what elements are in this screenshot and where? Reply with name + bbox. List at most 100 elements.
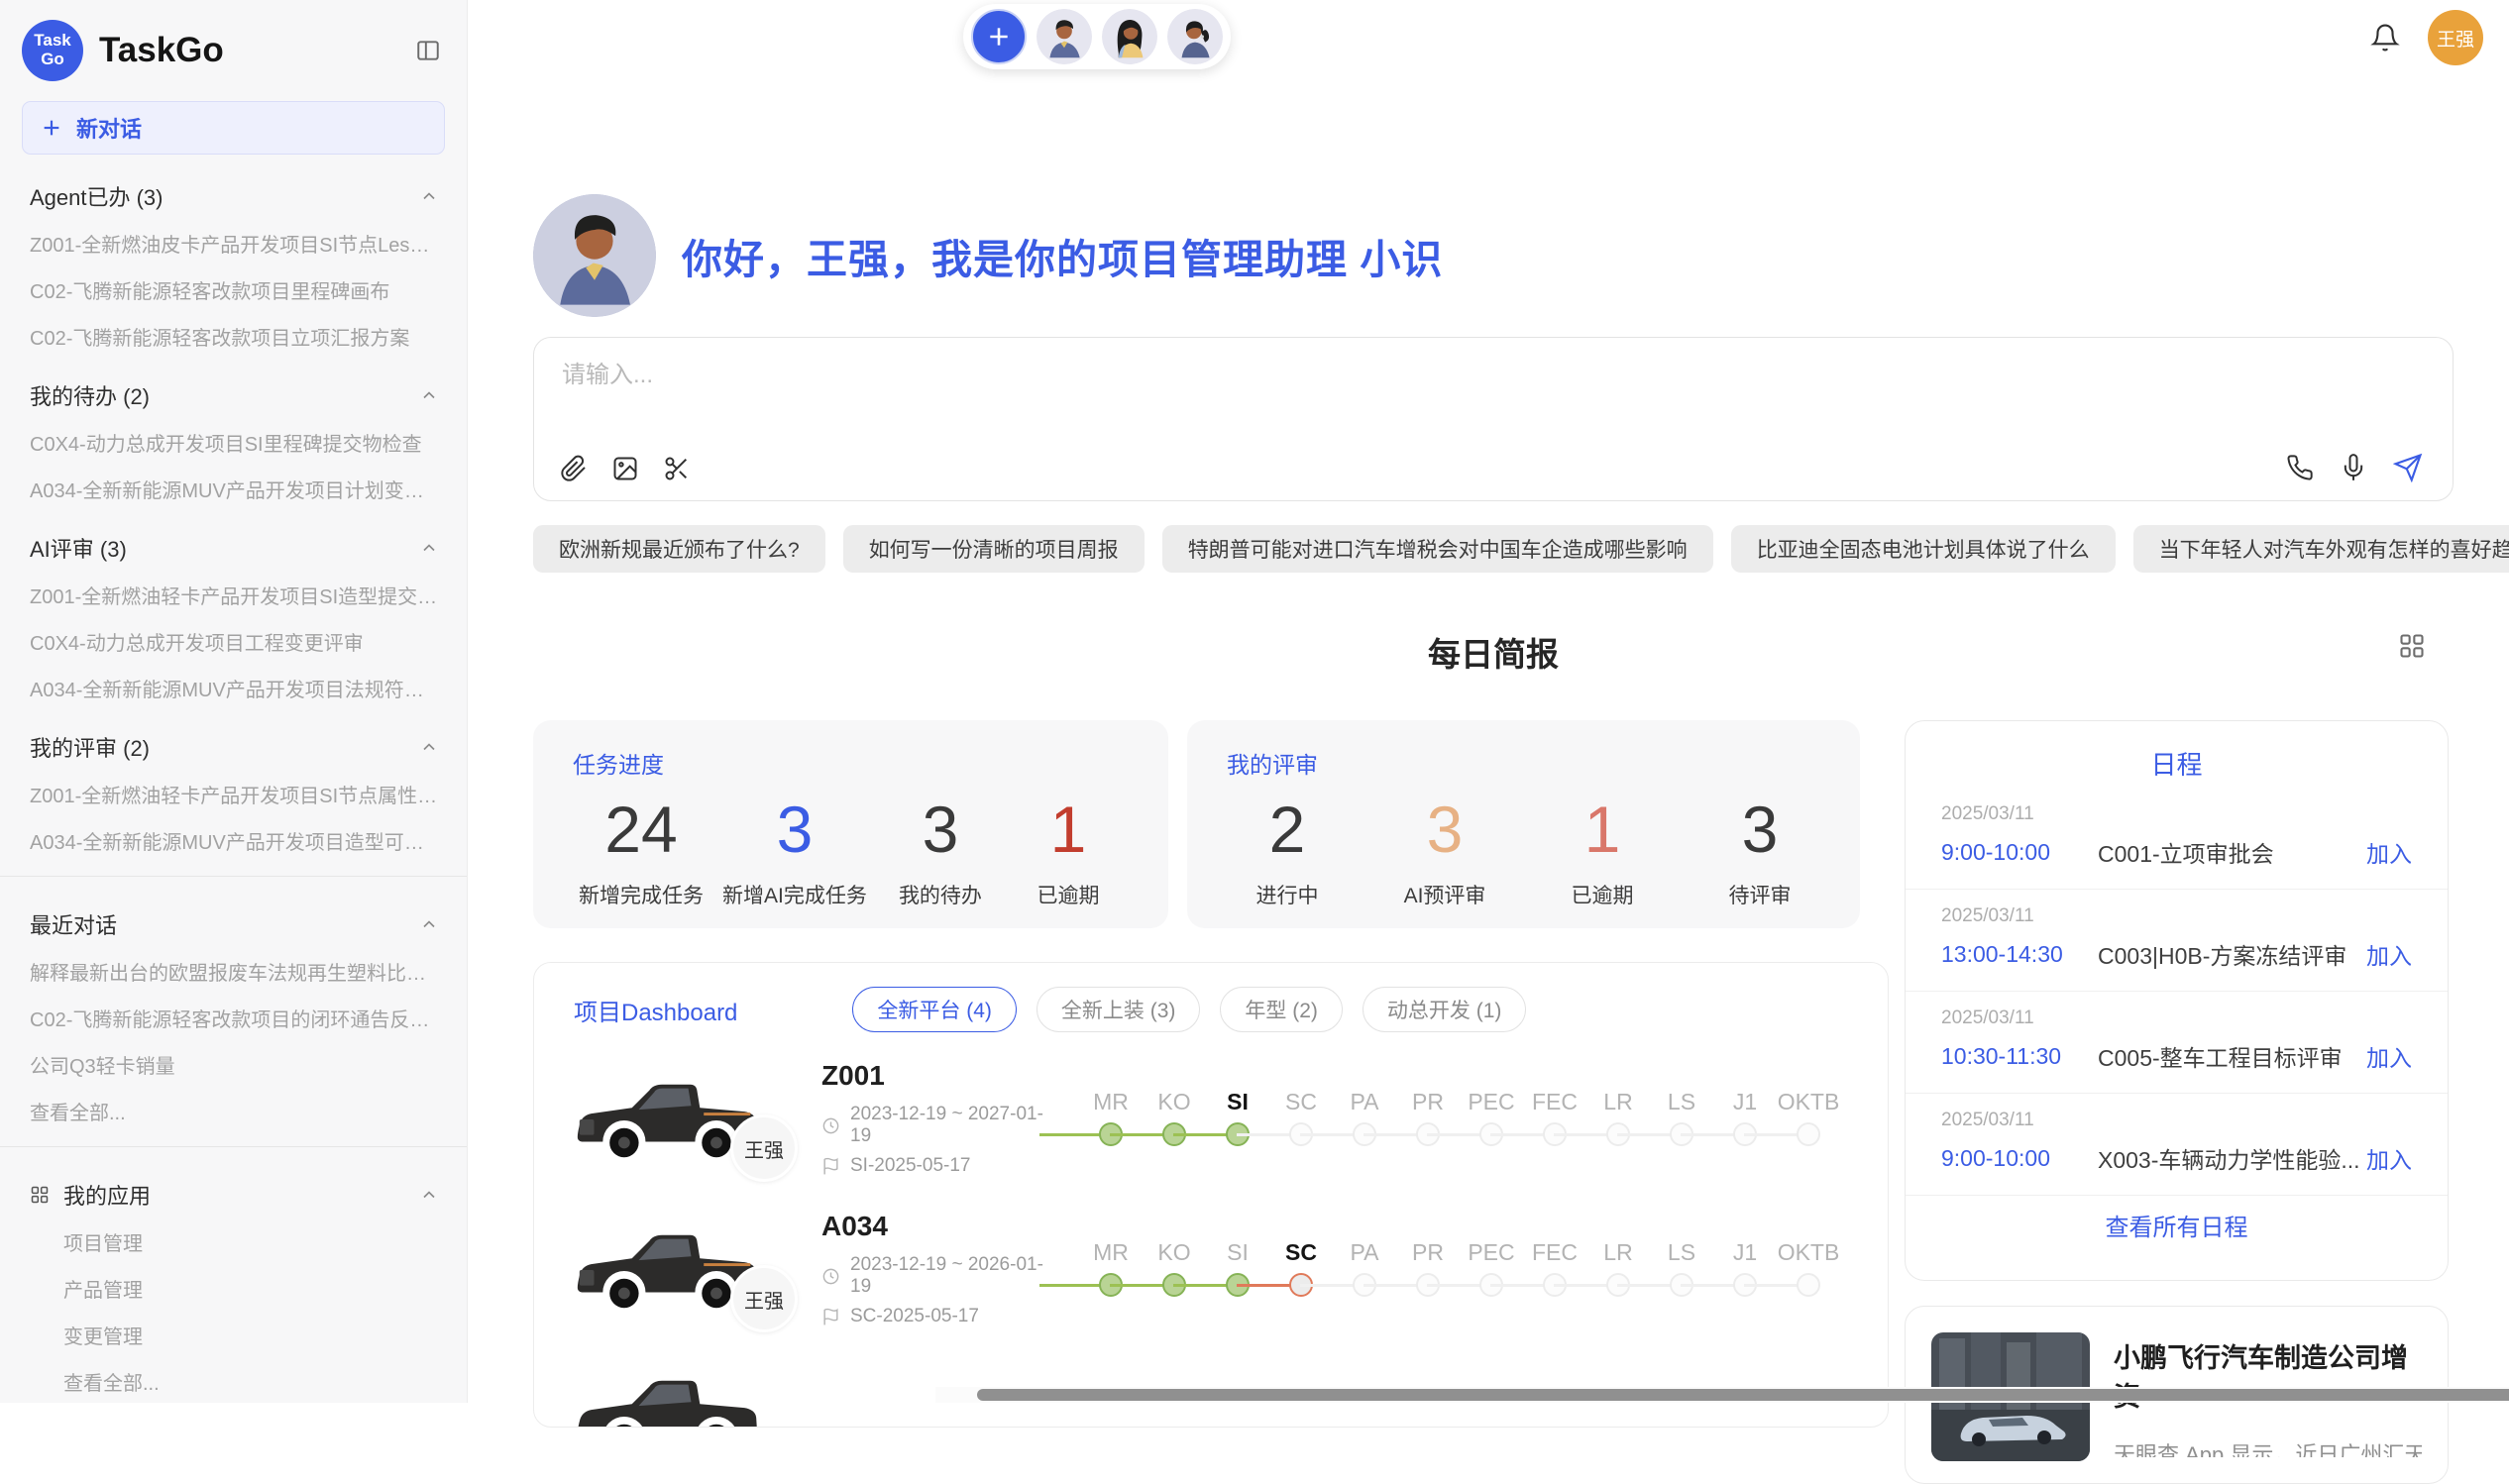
milestone-label: PA xyxy=(1333,1235,1396,1269)
grid-icon xyxy=(30,1185,50,1205)
chevron-up-icon[interactable] xyxy=(419,737,439,757)
suggestion-chip[interactable]: 特朗普可能对进口汽车增税会对中国车企造成哪些影响 xyxy=(1162,525,1713,573)
schedule-item: 2025/03/11 9:00-10:00 C001-立项审批会 加入 xyxy=(1906,788,2448,890)
schedule-time: 13:00-14:30 xyxy=(1941,941,2098,968)
sidebar-item-project-mgmt[interactable]: 项目管理 xyxy=(0,1219,467,1265)
project-row-a034[interactable]: 王强 A034 2023-12-19 ~ 2026-01-19 SC-2025-… xyxy=(534,1191,1888,1341)
sidebar-item[interactable]: A034-全新新能源MUV产品开发项目造型可行性评审 xyxy=(0,817,467,864)
project-row-partial[interactable] xyxy=(534,1341,1888,1428)
schedule-item: 2025/03/11 9:00-10:00 X003-车辆动力学性能验... 加… xyxy=(1906,1094,2448,1196)
sidebar-item[interactable]: Z001-全新燃油轻卡产品开发项目SI节点属性5D文件评审 xyxy=(0,771,467,817)
milestone-label-current: SC xyxy=(1269,1235,1333,1269)
project-name: Z001 xyxy=(821,1060,1055,1092)
sidebar-item-change-mgmt[interactable]: 变更管理 xyxy=(0,1312,467,1358)
user-avatar[interactable]: 王强 xyxy=(2428,10,2483,65)
sidebar-item[interactable]: C0X4-动力总成开发项目SI里程碑提交物检查 xyxy=(0,419,467,466)
sidebar-item[interactable]: 公司Q3轻卡销量 xyxy=(0,1041,467,1088)
chevron-up-icon[interactable] xyxy=(419,538,439,558)
milestone-label: LS xyxy=(1650,1235,1713,1269)
join-link[interactable]: 加入 xyxy=(2366,937,2412,971)
project-row-z001[interactable]: 王强 Z001 2023-12-19 ~ 2027-01-19 SI-2025-… xyxy=(534,1040,1888,1191)
flag-icon xyxy=(821,1308,840,1326)
dashboard-title: 项目Dashboard xyxy=(574,993,737,1027)
assistant-avatar-2[interactable] xyxy=(1102,9,1157,64)
tab-new-body[interactable]: 全新上装 (3) xyxy=(1036,987,1201,1032)
tab-new-platform[interactable]: 全新平台 (4) xyxy=(852,987,1017,1032)
tab-powertrain[interactable]: 动总开发 (1) xyxy=(1363,987,1527,1032)
new-chat-button[interactable]: 新对话 xyxy=(22,101,445,155)
clock-icon xyxy=(821,1116,840,1135)
sidebar-item[interactable]: 解释最新出台的欧盟报废车法规再生塑料比例被调至15%... xyxy=(0,948,467,995)
chevron-up-icon[interactable] xyxy=(419,385,439,405)
suggestion-chip[interactable]: 如何写一份清晰的项目周报 xyxy=(843,525,1145,573)
stat-label: 已逾期 xyxy=(1014,880,1123,909)
chevron-up-icon[interactable] xyxy=(419,186,439,206)
join-link[interactable]: 加入 xyxy=(2366,1039,2412,1073)
milestone-label: PR xyxy=(1396,1085,1460,1118)
sidebar-collapse-icon[interactable] xyxy=(415,38,441,63)
input-actions xyxy=(2286,453,2423,482)
image-icon[interactable] xyxy=(611,455,639,482)
chevron-up-icon[interactable] xyxy=(419,1185,439,1205)
stat-label: 新增AI完成任务 xyxy=(722,880,867,909)
paperclip-icon[interactable] xyxy=(560,455,588,482)
chat-input[interactable] xyxy=(562,362,2425,389)
top-right-controls: 王强 xyxy=(2370,10,2483,65)
join-link[interactable]: 加入 xyxy=(2366,835,2412,869)
sidebar-item[interactable]: Z001-全新燃油皮卡产品开发项目SI节点Lesson Learn报告 xyxy=(0,220,467,266)
stat-label: 进行中 xyxy=(1233,880,1342,909)
suggestion-chip[interactable]: 比亚迪全固态电池计划具体说了什么 xyxy=(1731,525,2116,573)
join-link[interactable]: 加入 xyxy=(2366,1141,2412,1175)
sidebar-item[interactable]: Z001-全新燃油轻卡产品开发项目SI造型提交物评审 xyxy=(0,572,467,618)
suggestion-chip[interactable]: 当下年轻人对汽车外观有怎样的喜好趋势 xyxy=(2133,525,2509,573)
phone-icon[interactable] xyxy=(2286,454,2314,481)
dashboard-tabs: 全新平台 (4) 全新上装 (3) 年型 (2) 动总开发 (1) xyxy=(852,987,1526,1032)
sidebar-item[interactable]: C02-飞腾新能源轻客改款项目立项汇报方案 xyxy=(0,313,467,360)
sidebar-item[interactable]: C0X4-动力总成开发项目工程变更评审 xyxy=(0,618,467,665)
view-all-chats[interactable]: 查看全部... xyxy=(0,1088,467,1134)
sidebar-group-agent-done[interactable]: Agent已办 (3) xyxy=(0,160,467,220)
card-title: 任务进度 xyxy=(573,746,1129,780)
horizontal-scrollbar-track[interactable] xyxy=(935,1387,2509,1403)
microphone-icon[interactable] xyxy=(2340,454,2367,481)
sidebar-item[interactable]: C02-飞腾新能源轻客改款项目里程碑画布 xyxy=(0,266,467,313)
assistant-avatar-3[interactable] xyxy=(1167,9,1223,64)
stat-label: 已逾期 xyxy=(1548,880,1657,909)
logo-text-top: Task xyxy=(34,32,71,51)
chevron-up-icon[interactable] xyxy=(419,914,439,934)
sidebar: Task Go TaskGo 新对话 Agent已办 (3) Z001-全新燃油… xyxy=(0,0,468,1403)
my-review-card: 我的评审 2 进行中 3 AI预评审 1 已逾期 3 待评审 xyxy=(1187,720,1860,928)
sidebar-group-my-apps[interactable]: 我的应用 xyxy=(0,1159,467,1219)
schedule-event-title: X003-车辆动力学性能验... xyxy=(2098,1141,2366,1175)
stat-value: 3 xyxy=(1705,794,1814,866)
scissors-icon[interactable] xyxy=(663,455,691,482)
send-icon[interactable] xyxy=(2393,453,2423,482)
add-assistant-button[interactable] xyxy=(971,9,1027,64)
milestone-label: MR xyxy=(1079,1085,1143,1118)
notification-bell-icon[interactable] xyxy=(2370,23,2400,53)
project-flag-milestone: SC-2025-05-17 xyxy=(850,1306,979,1327)
milestone-label: OKTB xyxy=(1777,1085,1840,1118)
assistant-avatar-1[interactable] xyxy=(1036,9,1092,64)
sidebar-item-product-mgmt[interactable]: 产品管理 xyxy=(0,1265,467,1312)
stat-my-todo: 3 我的待办 xyxy=(886,794,995,909)
milestone-label: FEC xyxy=(1523,1235,1586,1269)
project-dashboard-card: 项目Dashboard 全新平台 (4) 全新上装 (3) 年型 (2) 动总开… xyxy=(533,962,1889,1428)
stat-pending-review: 3 待评审 xyxy=(1705,794,1814,909)
sidebar-item[interactable]: A034-全新新能源MUV产品开发项目计划变更表编写 xyxy=(0,466,467,512)
view-all-apps[interactable]: 查看全部... xyxy=(0,1358,467,1403)
sidebar-item[interactable]: A034-全新新能源MUV产品开发项目法规符合性评审 xyxy=(0,665,467,711)
view-all-schedule-link[interactable]: 查看所有日程 xyxy=(1906,1196,2448,1254)
sidebar-group-recent-chats[interactable]: 最近对话 xyxy=(0,889,467,948)
stat-value: 1 xyxy=(1014,794,1123,866)
sidebar-group-my-todo[interactable]: 我的待办 (2) xyxy=(0,360,467,419)
tab-model-year[interactable]: 年型 (2) xyxy=(1220,987,1343,1032)
horizontal-scrollbar-thumb[interactable] xyxy=(977,1389,2509,1401)
project-owner-badge: 王强 xyxy=(730,1265,798,1332)
sidebar-item[interactable]: C02-飞腾新能源轻客改款项目的闭环通告反馈情况 xyxy=(0,995,467,1041)
layout-grid-icon[interactable] xyxy=(2398,632,2426,660)
sidebar-group-ai-review[interactable]: AI评审 (3) xyxy=(0,512,467,572)
stat-value: 3 xyxy=(722,794,867,866)
sidebar-group-my-review[interactable]: 我的评审 (2) xyxy=(0,711,467,771)
suggestion-chip[interactable]: 欧洲新规最近颁布了什么? xyxy=(533,525,825,573)
